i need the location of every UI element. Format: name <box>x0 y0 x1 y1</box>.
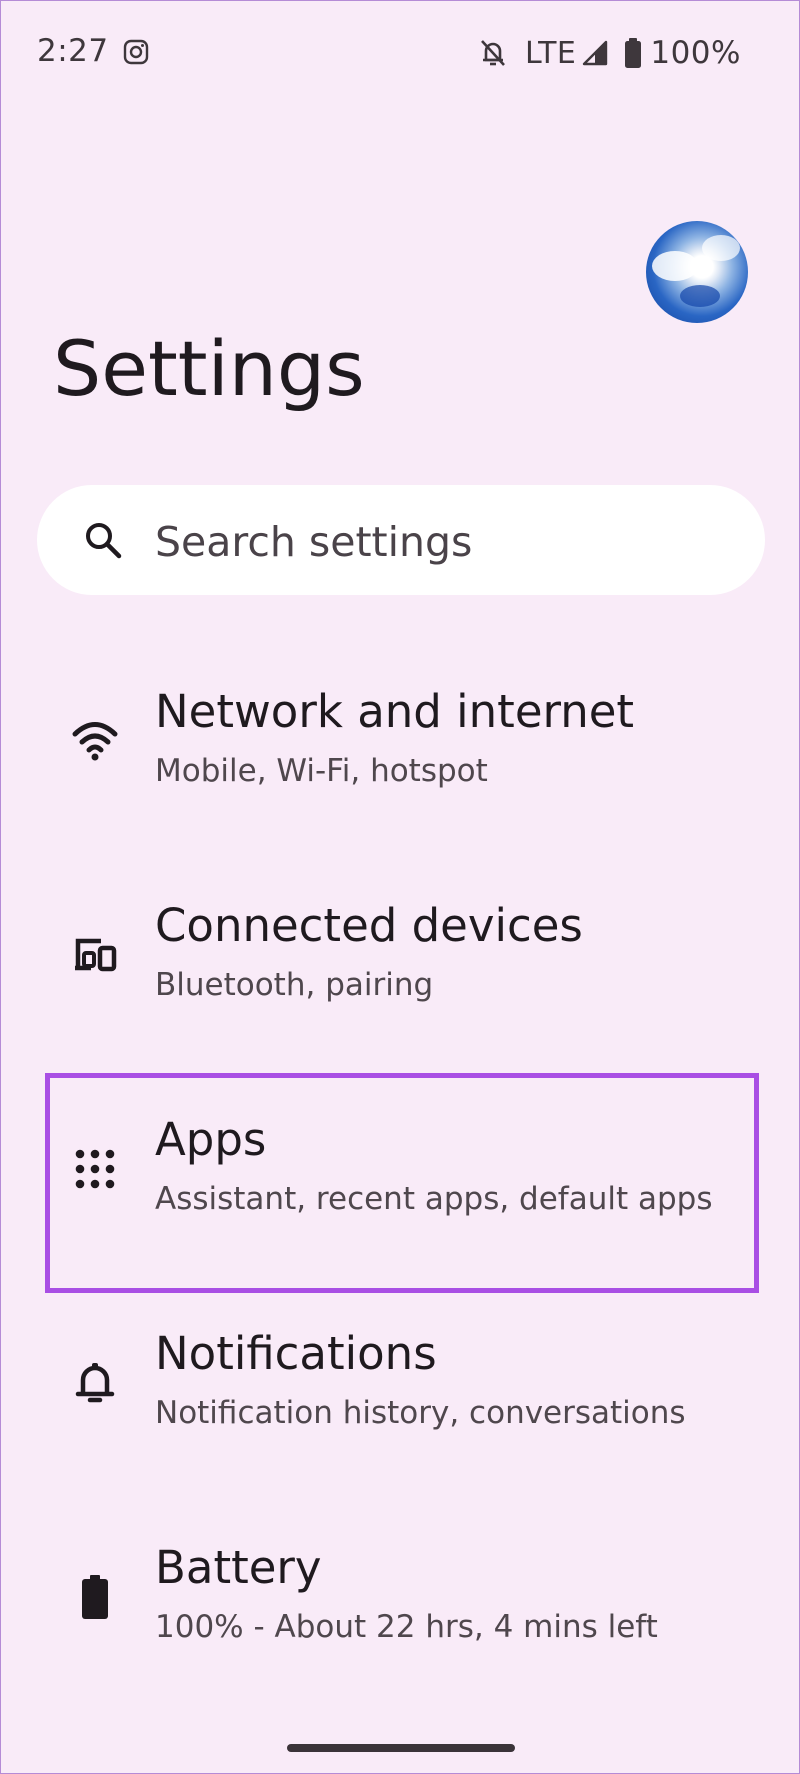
item-title: Notifications <box>155 1327 437 1380</box>
settings-item-notifications[interactable]: Notifications Notification history, conv… <box>45 1313 759 1525</box>
wifi-icon <box>72 722 118 761</box>
notifications-off-icon <box>481 40 505 66</box>
settings-item-connected-devices[interactable]: Connected devices Bluetooth, pairing <box>45 885 759 1097</box>
item-subtitle: Bluetooth, pairing <box>155 967 434 1003</box>
search-bar[interactable]: Search settings <box>37 485 765 595</box>
settings-item-apps[interactable]: Apps Assistant, recent apps, default app… <box>45 1099 759 1311</box>
gesture-navigation-handle[interactable] <box>287 1744 515 1752</box>
search-placeholder: Search settings <box>155 518 473 566</box>
bell-icon <box>75 1363 115 1403</box>
instagram-icon <box>123 39 149 65</box>
battery-icon <box>82 1575 108 1619</box>
network-type: LTE <box>524 35 577 71</box>
devices-icon <box>75 938 117 972</box>
item-title: Network and internet <box>155 685 635 738</box>
settings-screen: 2:27 LTE 100% Settings Search settings N… <box>0 0 800 1774</box>
account-avatar[interactable] <box>646 221 748 323</box>
item-subtitle: Notification history, conversations <box>155 1395 686 1431</box>
battery-percent: 100% <box>650 35 741 71</box>
settings-item-battery[interactable]: Battery 100% - About 22 hrs, 4 mins left <box>45 1527 759 1739</box>
signal-icon <box>583 40 608 66</box>
battery-status-icon <box>625 38 642 68</box>
status-indicators: LTE 100% <box>479 31 741 75</box>
item-subtitle: 100% - About 22 hrs, 4 mins left <box>155 1609 658 1645</box>
item-subtitle: Mobile, Wi-Fi, hotspot <box>155 753 488 789</box>
item-title: Battery <box>155 1541 322 1594</box>
settings-item-network[interactable]: Network and internet Mobile, Wi-Fi, hots… <box>45 671 759 883</box>
status-bar: 2:27 LTE 100% <box>1 1 799 105</box>
apps-grid-icon <box>75 1149 115 1189</box>
page-title: Settings <box>53 324 365 413</box>
search-icon <box>86 523 122 559</box>
item-subtitle: Assistant, recent apps, default apps <box>155 1181 713 1217</box>
item-title: Apps <box>155 1113 267 1166</box>
item-title: Connected devices <box>155 899 583 952</box>
status-time: 2:27 <box>37 33 109 69</box>
